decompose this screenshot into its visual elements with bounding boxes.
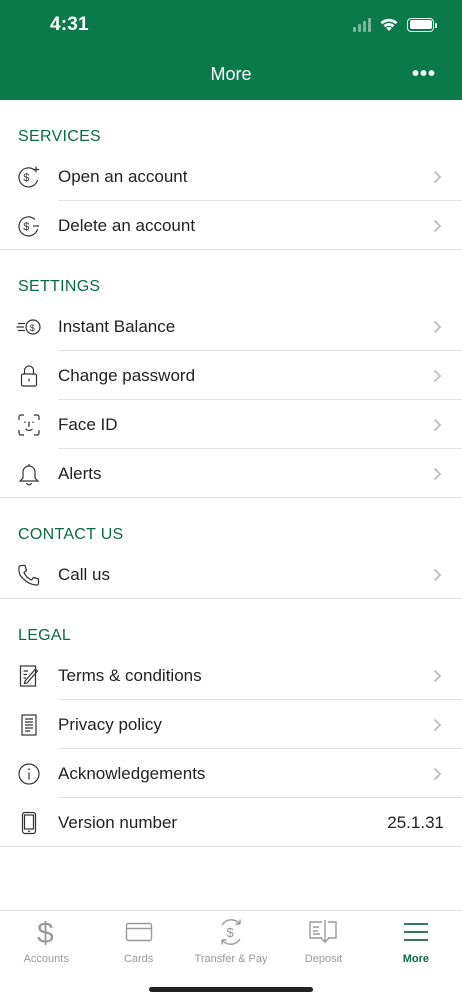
chevron-right-icon [422, 219, 462, 233]
tab-bar: $ Accounts Cards $ Transfer & Pay Deposi… [0, 910, 462, 1000]
tab-accounts[interactable]: $ Accounts [0, 911, 92, 971]
acknowledgements-label: Acknowledgements [58, 763, 206, 783]
face-id-row[interactable]: Face ID [0, 400, 462, 449]
signal-icon [353, 17, 371, 32]
call-us-row[interactable]: Call us [0, 550, 462, 599]
dollar-icon: $ [35, 917, 57, 947]
tab-label: Accounts [23, 953, 69, 965]
acknowledgements-row[interactable]: Acknowledgements [0, 749, 462, 798]
phone-icon [0, 563, 58, 587]
alerts-row[interactable]: Alerts [0, 449, 462, 498]
svg-text:$: $ [23, 172, 29, 184]
version-number-label: Version number [58, 812, 178, 832]
info-icon [0, 762, 58, 786]
chevron-right-icon [422, 467, 462, 481]
call-us-label: Call us [58, 564, 110, 584]
dollar-minus-icon: $ [0, 213, 58, 239]
tab-cards[interactable]: Cards [92, 911, 184, 971]
tab-label: More [402, 953, 429, 965]
chevron-right-icon [422, 418, 462, 432]
section-header-legal: LEGAL [18, 627, 72, 644]
chevron-right-icon [422, 170, 462, 184]
change-password-row[interactable]: Change password [0, 351, 462, 400]
delete-account-row[interactable]: $ Delete an account [0, 201, 462, 250]
chevron-right-icon [422, 669, 462, 683]
deposit-check-icon [308, 917, 338, 947]
more-dots-icon[interactable]: ••• [412, 64, 436, 84]
home-indicator [149, 987, 313, 992]
bell-icon [0, 462, 58, 486]
battery-icon [407, 17, 437, 32]
hamburger-icon [402, 917, 430, 947]
chevron-right-icon [422, 568, 462, 582]
chevron-right-icon [422, 767, 462, 781]
app-header: 4:31 More ••• [0, 0, 462, 100]
status-icons [353, 17, 437, 32]
section-header-services: SERVICES [18, 128, 102, 145]
privacy-policy-row[interactable]: Privacy policy [0, 700, 462, 749]
open-account-row[interactable]: $ Open an account [0, 152, 462, 201]
status-time: 4:31 [50, 14, 89, 35]
document-icon [0, 713, 58, 737]
chevron-right-icon [422, 320, 462, 334]
tab-label: Deposit [304, 953, 343, 965]
card-icon [125, 917, 153, 947]
version-number-value: 25.1.31 [387, 812, 444, 832]
alerts-label: Alerts [58, 463, 102, 483]
document-edit-icon [0, 664, 58, 688]
instant-balance-label: Instant Balance [58, 316, 176, 336]
mobile-phone-icon [0, 811, 58, 835]
section-header-settings: SETTINGS [18, 278, 101, 295]
instant-balance-icon: $ [0, 317, 58, 337]
section-header-contact: CONTACT US [18, 526, 124, 543]
tab-label: Cards [123, 953, 154, 965]
tab-more[interactable]: More [370, 911, 462, 971]
svg-text:$: $ [23, 221, 29, 233]
svg-text:$: $ [37, 917, 54, 947]
terms-row[interactable]: Terms & conditions [0, 651, 462, 700]
chevron-right-icon [422, 718, 462, 732]
change-password-label: Change password [58, 365, 196, 385]
svg-text:$: $ [227, 925, 235, 940]
version-number-row: Version number 25.1.31 [0, 798, 462, 847]
tab-label: Transfer & Pay [194, 953, 268, 965]
instant-balance-row[interactable]: $ Instant Balance [0, 302, 462, 351]
dollar-plus-icon: $ [0, 164, 58, 190]
transfer-icon: $ [216, 917, 246, 947]
page-title: More [210, 64, 252, 84]
privacy-policy-label: Privacy policy [58, 714, 162, 734]
more-menu: SERVICES $ Open an account $ Delete an a… [0, 100, 462, 847]
face-id-label: Face ID [58, 414, 118, 434]
lock-icon [0, 364, 58, 388]
wifi-icon [380, 18, 398, 31]
tab-transfer-pay[interactable]: $ Transfer & Pay [185, 911, 277, 971]
tab-deposit[interactable]: Deposit [277, 911, 369, 971]
delete-account-label: Delete an account [58, 215, 196, 235]
open-account-label: Open an account [58, 166, 188, 186]
svg-text:$: $ [30, 323, 35, 333]
face-id-icon [0, 413, 58, 437]
terms-label: Terms & conditions [58, 665, 202, 685]
chevron-right-icon [422, 369, 462, 383]
